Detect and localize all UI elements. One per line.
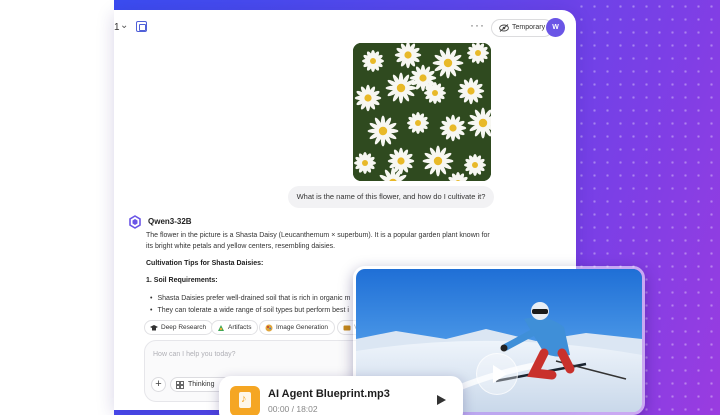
thinking-icon (176, 381, 184, 389)
eye-off-icon (499, 24, 509, 32)
chevron-down-icon[interactable]: ⌄ (120, 20, 128, 31)
top-bar: 1 ⌄ ··· Temporary W (114, 10, 576, 46)
temporary-label: Temporary (512, 24, 546, 31)
soil-heading: 1. Soil Requirements: (146, 277, 218, 284)
tips-heading: Cultivation Tips for Shasta Daisies: (146, 260, 264, 267)
artifacts-button[interactable]: Artifacts (211, 320, 259, 335)
thinking-label: Thinking (188, 381, 215, 388)
conversation-number: 1 (114, 22, 120, 33)
add-attachment-button[interactable]: + (151, 377, 166, 392)
graduation-cap-icon (150, 325, 158, 331)
screenshot-stage: 1 ⌄ ··· Temporary W What is the name of … (0, 0, 720, 415)
flower-photo (353, 43, 491, 181)
image-generation-button[interactable]: Image Generation (259, 320, 336, 335)
temporary-chat-button[interactable]: Temporary (491, 19, 554, 37)
image-generation-icon (265, 324, 273, 332)
audio-play-icon[interactable] (437, 395, 446, 405)
qwen-logo-icon (129, 215, 141, 229)
artifacts-icon (218, 325, 224, 331)
more-options-button[interactable]: ··· (470, 18, 485, 32)
list-item: Shasta Daisies prefer well-drained soil … (150, 295, 350, 302)
audio-player[interactable]: AI Agent Blueprint.mp3 00:00 / 18:02 (219, 376, 463, 415)
audio-file-name: AI Agent Blueprint.mp3 (268, 388, 390, 400)
avatar[interactable]: W (546, 18, 565, 37)
deep-research-button[interactable]: Deep Research (144, 320, 214, 335)
model-name: Qwen3-32B (148, 217, 192, 226)
user-message: What is the name of this flower, and how… (288, 186, 494, 208)
play-button[interactable] (476, 353, 518, 395)
audio-time: 00:00 / 18:02 (268, 404, 318, 414)
list-item: They can tolerate a wide range of soil t… (150, 307, 348, 314)
answer-paragraph: The flower in the picture is a Shasta Da… (146, 232, 490, 250)
input-placeholder: How can I help you today? (153, 351, 236, 358)
daisy-image (353, 43, 491, 181)
copy-icon[interactable] (136, 21, 147, 32)
video-icon (343, 325, 351, 331)
audio-file-icon (230, 386, 260, 415)
